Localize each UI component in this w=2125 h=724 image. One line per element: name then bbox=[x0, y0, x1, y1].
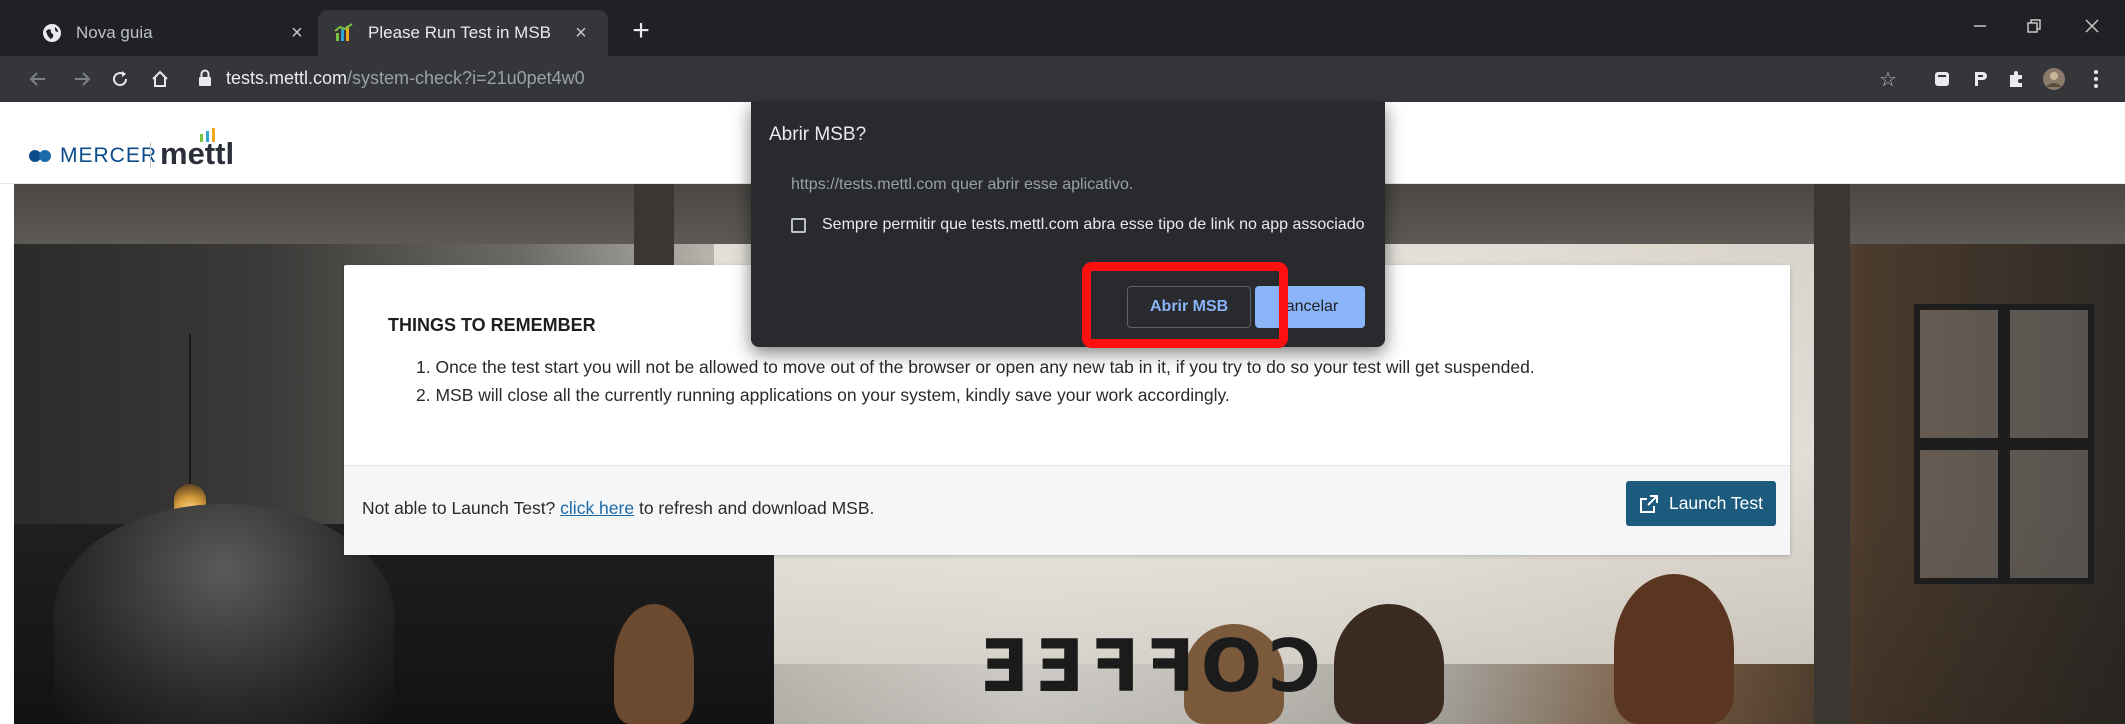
reload-icon[interactable] bbox=[104, 63, 136, 95]
tab-title: Please Run Test in MSB bbox=[368, 23, 551, 42]
photo-person bbox=[1334, 604, 1444, 724]
address-bar[interactable]: tests.mettl.com/system-check?i=21u0pet4w… bbox=[186, 61, 1906, 97]
browser-window: Nova guia × Please Run Test in MSB × + t… bbox=[0, 0, 2125, 724]
close-icon[interactable]: × bbox=[286, 22, 308, 44]
mettl-wordmark: mettl bbox=[160, 136, 235, 171]
mercer-logo[interactable]: MERCER bbox=[28, 144, 157, 168]
annotation-highlight-box bbox=[1082, 262, 1288, 348]
rules-list: 1. Once the test start you will not be a… bbox=[416, 353, 1535, 409]
url-host: tests.mettl.com bbox=[226, 68, 348, 88]
close-icon[interactable]: × bbox=[570, 22, 592, 44]
url-path: /system-check?i=21u0pet4w0 bbox=[347, 68, 585, 88]
always-allow-checkbox[interactable]: Sempre permitir que tests.mettl.com abra… bbox=[791, 216, 1365, 234]
minimize-icon[interactable] bbox=[1958, 10, 2002, 42]
home-icon[interactable] bbox=[144, 63, 176, 95]
photo-window-pane bbox=[1914, 304, 2004, 444]
dialog-title: Abrir MSB? bbox=[769, 124, 867, 145]
mercer-logo-icon bbox=[29, 150, 51, 162]
photo-cup bbox=[54, 504, 394, 724]
mettl-chart-icon bbox=[334, 23, 354, 43]
photo-window-pane bbox=[2004, 444, 2094, 584]
card-title: THINGS TO REMEMBER bbox=[388, 315, 596, 335]
footer-text: Not able to Launch Test? click here to r… bbox=[362, 498, 874, 519]
restore-icon[interactable] bbox=[2012, 10, 2056, 42]
photo-window-pane bbox=[1914, 444, 2004, 584]
star-icon[interactable]: ☆ bbox=[1874, 65, 1902, 93]
photo-person bbox=[614, 604, 694, 724]
back-icon[interactable] bbox=[22, 63, 54, 95]
extension-p-icon[interactable] bbox=[1966, 65, 1994, 93]
launch-test-label: Launch Test bbox=[1668, 493, 1764, 513]
menu-kebab-icon[interactable] bbox=[2082, 65, 2110, 93]
click-here-link[interactable]: click here bbox=[560, 498, 634, 518]
checkbox-label[interactable]: Sempre permitir que tests.mettl.com abra… bbox=[822, 216, 1365, 234]
external-link-icon bbox=[1639, 494, 1658, 513]
forward-icon[interactable] bbox=[66, 63, 98, 95]
photo-person bbox=[1614, 574, 1734, 724]
tab-title: Nova guia bbox=[76, 23, 153, 42]
tab-nova-guia[interactable]: Nova guia × bbox=[26, 10, 324, 56]
avatar[interactable] bbox=[2040, 65, 2068, 93]
checkbox-box[interactable] bbox=[791, 217, 806, 233]
url-text: tests.mettl.com/system-check?i=21u0pet4w… bbox=[226, 68, 585, 89]
dialog-message: https://tests.mettl.com quer abrir esse … bbox=[791, 176, 1134, 193]
globe-icon bbox=[42, 23, 62, 43]
lock-icon[interactable] bbox=[198, 69, 212, 92]
photo-window-pane bbox=[2004, 304, 2094, 444]
logo-divider bbox=[150, 142, 151, 168]
extension-reader-icon[interactable] bbox=[1928, 65, 1956, 93]
tab-please-run-test[interactable]: Please Run Test in MSB × bbox=[318, 10, 608, 56]
mettl-logo[interactable]: mettl bbox=[160, 128, 234, 171]
footer-prefix: Not able to Launch Test? bbox=[362, 498, 556, 518]
photo-lamp-wire bbox=[189, 334, 191, 484]
photo-beam bbox=[1814, 184, 1850, 724]
rule-item: 2. MSB will close all the currently runn… bbox=[416, 385, 1230, 405]
tab-strip: Nova guia × Please Run Test in MSB × + bbox=[0, 0, 2125, 56]
browser-toolbar: tests.mettl.com/system-check?i=21u0pet4w… bbox=[0, 56, 2125, 102]
rule-item: 1. Once the test start you will not be a… bbox=[416, 357, 1535, 377]
open-app-dialog: Abrir MSB? https://tests.mettl.com quer … bbox=[751, 102, 1385, 347]
footer-suffix: to refresh and download MSB. bbox=[638, 498, 875, 518]
close-window-icon[interactable] bbox=[2070, 10, 2114, 42]
photo-coffee-sign: COFFEE bbox=[974, 624, 1321, 708]
mercer-wordmark: MERCER bbox=[60, 144, 158, 167]
launch-test-button[interactable]: Launch Test bbox=[1626, 481, 1776, 526]
puzzle-extensions-icon[interactable] bbox=[2002, 65, 2030, 93]
new-tab-button[interactable]: + bbox=[624, 16, 658, 50]
card-footer: Not able to Launch Test? click here to r… bbox=[344, 465, 1790, 555]
